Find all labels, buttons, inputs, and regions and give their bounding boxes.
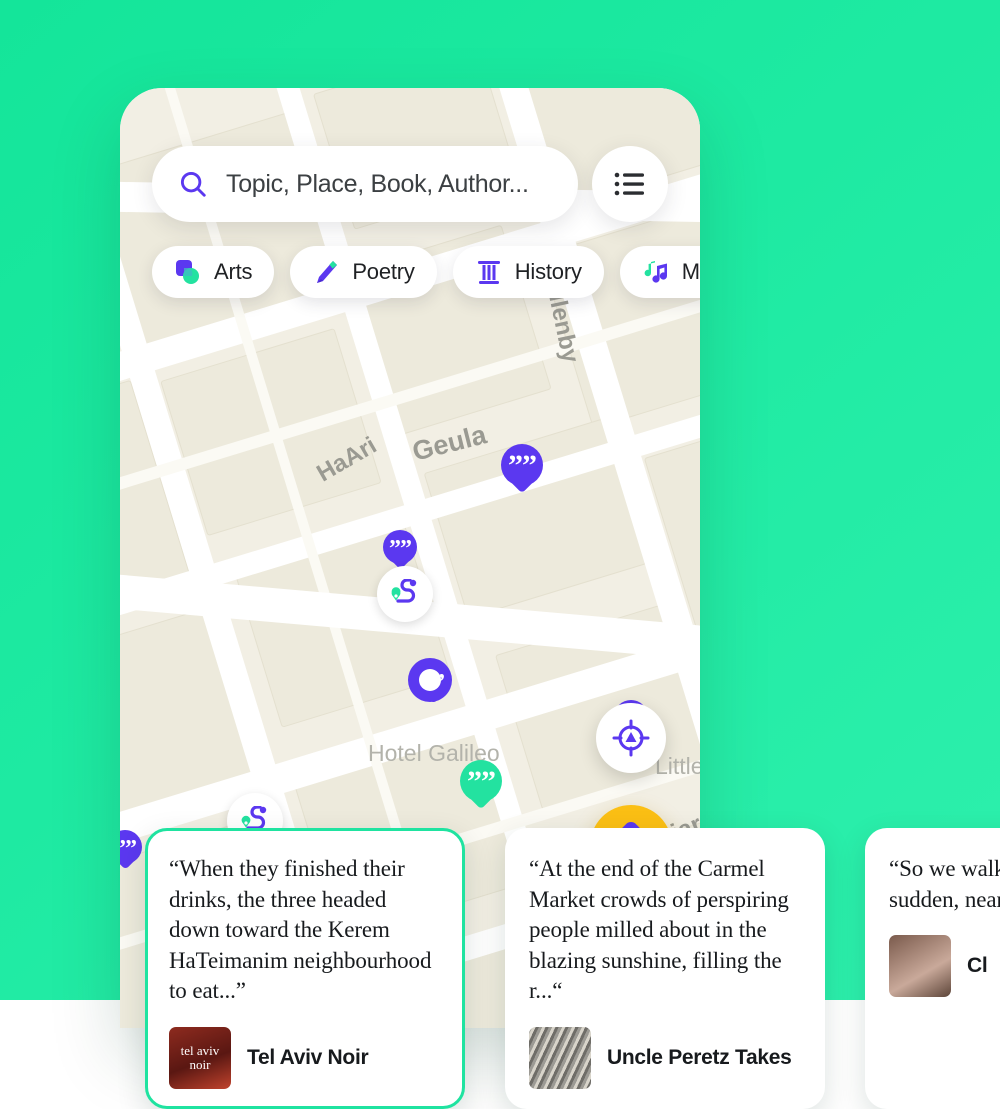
- book-cover-line2: noir: [189, 1056, 211, 1072]
- card-quote-text: “At the end of the Carmel Market crowds …: [529, 856, 789, 1004]
- category-chip-row[interactable]: Arts Poetry History M: [152, 246, 700, 298]
- search-placeholder-text: Topic, Place, Book, Author...: [226, 169, 529, 198]
- quote-marker-green[interactable]: ””: [460, 760, 502, 812]
- quote-marker-purple-edge[interactable]: ””: [120, 830, 142, 874]
- book-cover-thumbnail: [529, 1026, 591, 1089]
- card-quote-text: “So we walke along Dizeng sudden, near c…: [889, 856, 1000, 912]
- chip-poetry[interactable]: Poetry: [290, 246, 437, 298]
- route-badge[interactable]: [377, 566, 433, 622]
- book-cover-thumbnail: tel aviv noir: [169, 1026, 231, 1089]
- list-menu-icon: [614, 172, 644, 196]
- quote-card[interactable]: “So we walke along Dizeng sudden, near c…: [865, 828, 1000, 1109]
- quote-card[interactable]: “When they finished their drinks, the th…: [145, 828, 465, 1109]
- quote-marker-purple[interactable]: ””: [564, 828, 598, 872]
- chip-label: Music: [681, 259, 700, 284]
- card-book-meta: Cl: [889, 935, 1000, 998]
- search-row: Topic, Place, Book, Author...: [152, 146, 668, 222]
- chip-label: Arts: [214, 259, 253, 284]
- card-book-meta: Uncle Peretz Takes: [529, 1026, 801, 1089]
- book-title: Uncle Peretz Takes: [607, 1045, 792, 1069]
- chip-label: History: [514, 259, 582, 284]
- music-notes-icon: [644, 261, 667, 283]
- chip-history[interactable]: History: [452, 246, 604, 298]
- book-cover-thumbnail: [889, 935, 951, 998]
- quote-card[interactable]: “At the end of the Carmel Market crowds …: [505, 828, 825, 1109]
- book-title: Tel Aviv Noir: [247, 1045, 369, 1069]
- place-label-little-pr: Little pr: [655, 753, 700, 779]
- card-book-meta: tel aviv noir Tel Aviv Noir: [169, 1026, 441, 1089]
- arts-shapes-icon: [176, 260, 199, 284]
- classical-column-icon: [477, 261, 500, 284]
- quote-marker-purple[interactable]: ””: [383, 530, 417, 574]
- chip-arts[interactable]: Arts: [152, 246, 275, 298]
- search-icon: [180, 171, 206, 197]
- route-trail-icon: [391, 579, 417, 603]
- quote-marker-purple[interactable]: ””: [614, 700, 648, 744]
- book-title: Cl: [967, 954, 988, 978]
- list-menu-button[interactable]: [592, 146, 668, 222]
- quote-marker-purple[interactable]: ””: [501, 444, 543, 496]
- search-input[interactable]: Topic, Place, Book, Author...: [152, 146, 578, 222]
- chip-label: Poetry: [352, 259, 415, 284]
- book-cover-line1: tel aviv: [180, 1043, 220, 1059]
- card-quote-text: “When they finished their drinks, the th…: [169, 856, 432, 1004]
- fountain-pen-icon: [317, 261, 338, 283]
- quote-marker-purple[interactable]: ””: [416, 664, 450, 708]
- chip-music[interactable]: Music: [619, 246, 700, 298]
